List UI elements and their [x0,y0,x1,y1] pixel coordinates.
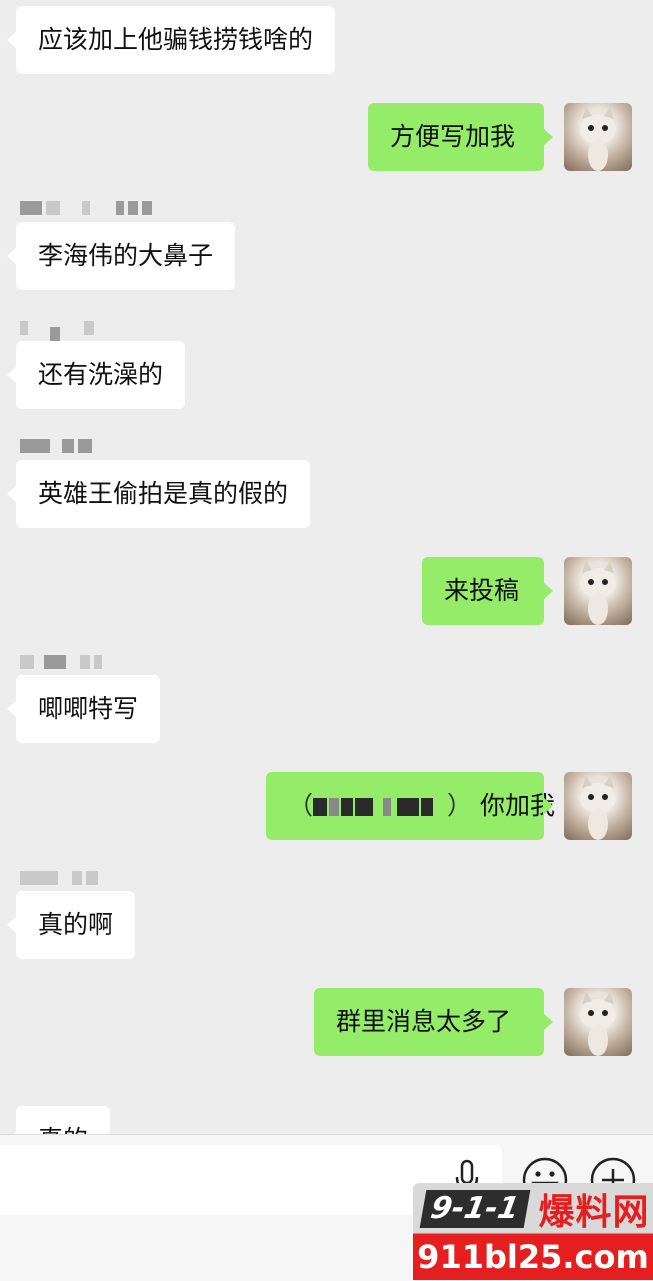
watermark-badge: 9-1-1 [419,1190,530,1228]
censor-paren-close: ） [447,791,473,820]
outgoing-message[interactable]: （ ） 你加我 [266,772,555,840]
incoming-message[interactable]: 应该加上他骗钱捞钱啥的 [6,6,336,74]
outgoing-message[interactable]: 方便写加我 [368,103,553,171]
avatar[interactable] [564,772,632,840]
cat-avatar-icon [580,992,616,1056]
cat-avatar-icon [580,776,616,840]
message-text: 你加我 [479,791,555,820]
outgoing-message[interactable]: 来投稿 [422,557,553,625]
avatar[interactable] [564,103,632,171]
censored-contact [313,798,434,816]
sender-name-blurred [20,868,98,888]
sender-name-blurred [20,318,94,341]
incoming-message[interactable]: 真的啊 [6,891,136,959]
avatar[interactable] [564,988,632,1056]
watermark-logo: 9-1-1 爆料网 911bl25.com [413,1183,653,1280]
watermark-name: 爆料网 [538,1192,650,1233]
censor-paren-open: （ [288,791,314,820]
incoming-message[interactable]: 还有洗澡的 [6,341,186,409]
cat-avatar-icon [580,107,616,171]
incoming-message[interactable]: 英雄王偷拍是真的假的 [6,460,311,528]
chat-area[interactable]: 应该加上他骗钱捞钱啥的 方便写加我 李海伟的大鼻子 还有洗澡的 英雄王偷拍是真的… [0,0,653,1134]
incoming-message[interactable]: 李海伟的大鼻子 [6,222,236,290]
sender-name-blurred [20,652,102,672]
outgoing-message[interactable]: 群里消息太多了 [314,988,553,1056]
sender-name-blurred [20,436,92,456]
sender-name-blurred [20,198,152,218]
watermark-url: 911bl25.com [417,1238,649,1276]
incoming-message[interactable]: 真的 [6,1106,111,1134]
cat-avatar-icon [580,561,616,625]
incoming-message[interactable]: 唧唧特写 [6,675,161,743]
avatar[interactable] [564,557,632,625]
